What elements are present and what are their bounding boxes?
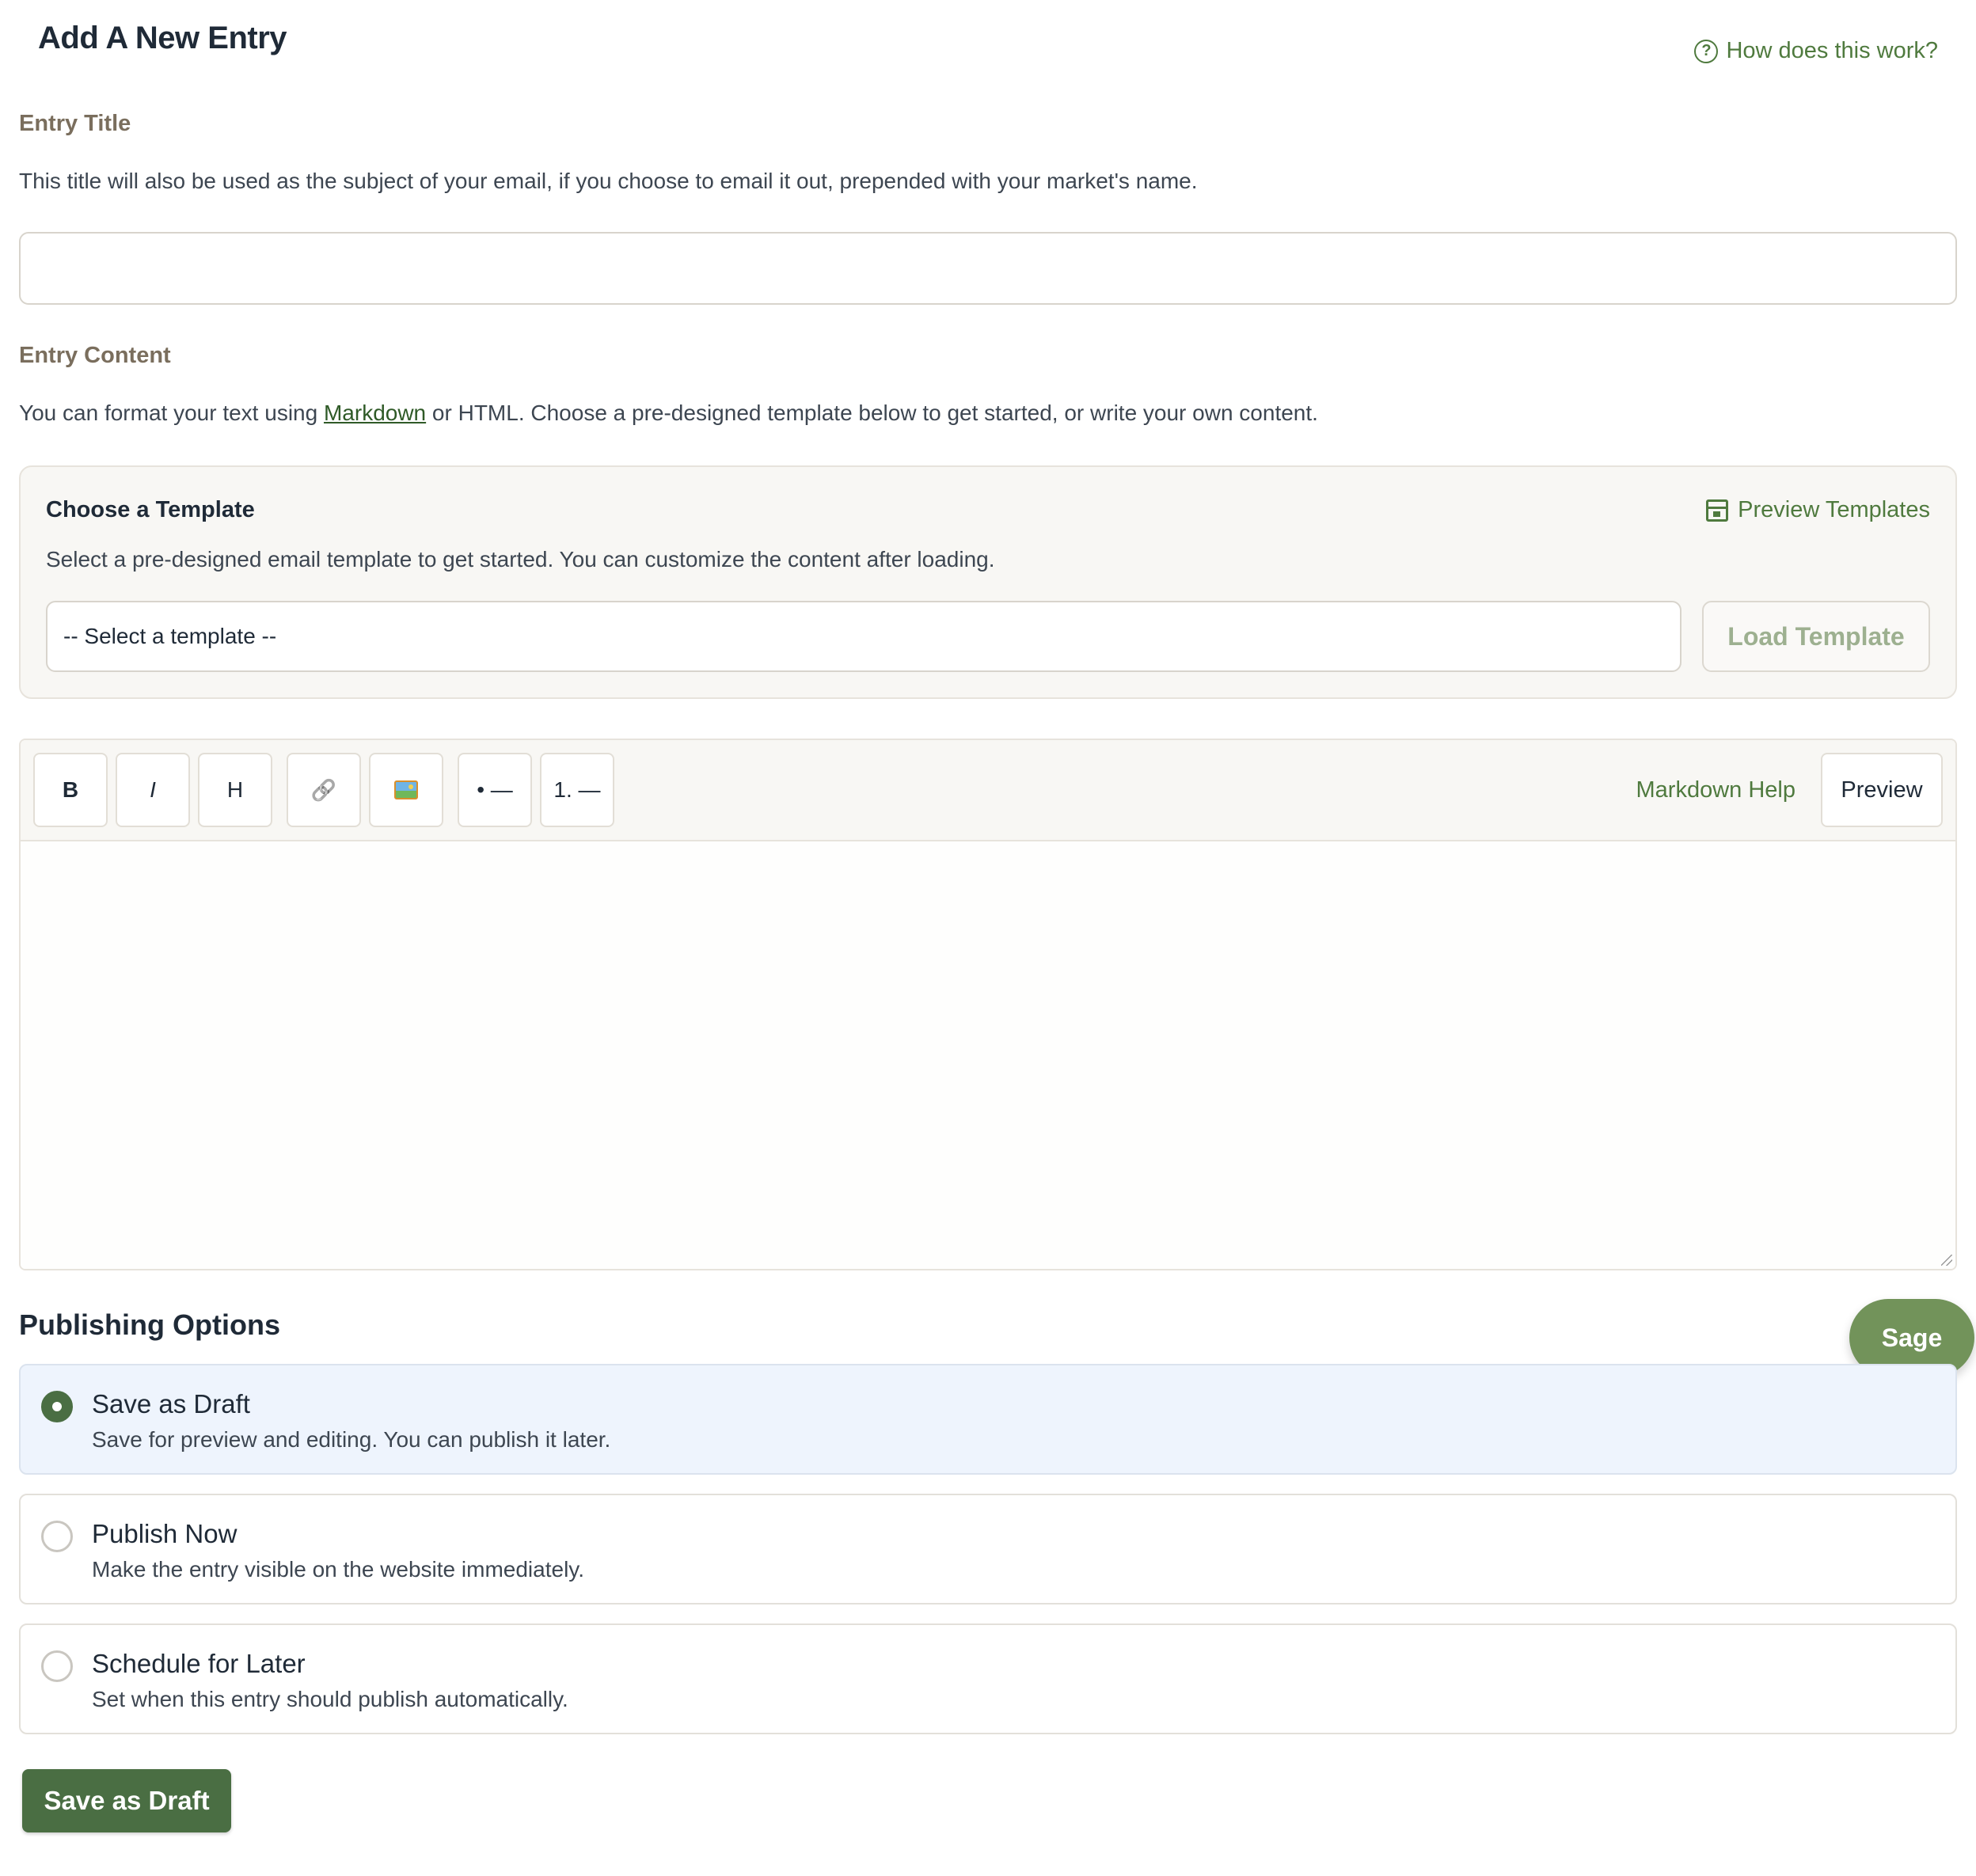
option-title: Schedule for Later [92, 1649, 306, 1678]
page: Add A New Entry ? How does this work? En… [0, 0, 1976, 1876]
content-desc-before: You can format your text using [19, 401, 324, 425]
markdown-editor: B I H 🔗 • — 1. — Markdown Help Preview [19, 739, 1957, 1270]
page-title: Add A New Entry [38, 21, 287, 55]
entry-title-description: This title will also be used as the subj… [19, 169, 1198, 193]
template-controls: -- Select a template -- Load Template [46, 601, 1930, 672]
heading-button[interactable]: H [198, 753, 272, 827]
bold-button[interactable]: B [33, 753, 108, 827]
template-chooser-title: Choose a Template [46, 497, 255, 522]
bullet-list-button[interactable]: • — [458, 753, 532, 827]
numbered-list-button[interactable]: 1. — [540, 753, 614, 827]
italic-button[interactable]: I [116, 753, 190, 827]
entry-content-label: Entry Content [19, 343, 171, 368]
option-description: Set when this entry should publish autom… [92, 1687, 568, 1711]
preview-button[interactable]: Preview [1821, 753, 1943, 827]
save-as-draft-button[interactable]: Save as Draft [22, 1769, 231, 1832]
question-circle-icon: ? [1694, 39, 1719, 63]
image-button[interactable] [369, 753, 443, 827]
template-select[interactable]: -- Select a template -- [46, 601, 1682, 672]
entry-title-label: Entry Title [19, 111, 131, 136]
option-schedule-for-later[interactable]: Schedule for Later Set when this entry s… [19, 1623, 1957, 1734]
radio-schedule-for-later[interactable] [41, 1650, 73, 1682]
template-chooser-description: Select a pre-designed email template to … [46, 547, 995, 572]
load-template-button[interactable]: Load Template [1702, 601, 1930, 672]
entry-content-description: You can format your text using Markdown … [19, 401, 1957, 426]
option-title: Publish Now [92, 1519, 238, 1548]
option-description: Save for preview and editing. You can pu… [92, 1427, 611, 1452]
option-publish-now[interactable]: Publish Now Make the entry visible on th… [19, 1494, 1957, 1604]
link-button[interactable]: 🔗 [287, 753, 361, 827]
page-header: Add A New Entry ? How does this work? [19, 0, 1957, 103]
entry-content-textarea[interactable] [21, 841, 1955, 1269]
option-description: Make the entry visible on the website im… [92, 1557, 584, 1582]
editor-area-wrapper [21, 841, 1955, 1269]
editor-toolbar: B I H 🔗 • — 1. — Markdown Help Preview [21, 740, 1955, 841]
markdown-link[interactable]: Markdown [324, 401, 426, 425]
help-link-label: How does this work? [1726, 38, 1938, 63]
toolbar-right: Markdown Help Preview [1636, 753, 1943, 827]
template-chooser-header: Choose a Template Preview Templates [46, 497, 1930, 523]
template-chooser: Choose a Template Preview Templates Sele… [19, 465, 1957, 699]
preview-templates-label: Preview Templates [1738, 497, 1930, 522]
preview-templates-link[interactable]: Preview Templates [1706, 497, 1930, 523]
entry-title-input[interactable] [19, 232, 1957, 305]
how-does-this-work-link[interactable]: ? How does this work? [1694, 38, 1938, 64]
content-desc-after: or HTML. Choose a pre-designed template … [426, 401, 1318, 425]
radio-publish-now[interactable] [41, 1521, 73, 1552]
markdown-help-link[interactable]: Markdown Help [1636, 777, 1796, 803]
option-title: Save as Draft [92, 1389, 250, 1418]
publishing-options-title: Publishing Options [19, 1308, 280, 1341]
radio-save-as-draft[interactable] [41, 1391, 73, 1422]
option-save-as-draft[interactable]: Save as Draft Save for preview and editi… [19, 1364, 1957, 1475]
template-icon [1706, 499, 1729, 522]
link-icon: 🔗 [310, 777, 337, 802]
resize-handle[interactable] [1941, 1255, 1952, 1266]
image-icon [394, 780, 418, 799]
publishing-header: Publishing Options Sage [19, 1299, 1974, 1377]
